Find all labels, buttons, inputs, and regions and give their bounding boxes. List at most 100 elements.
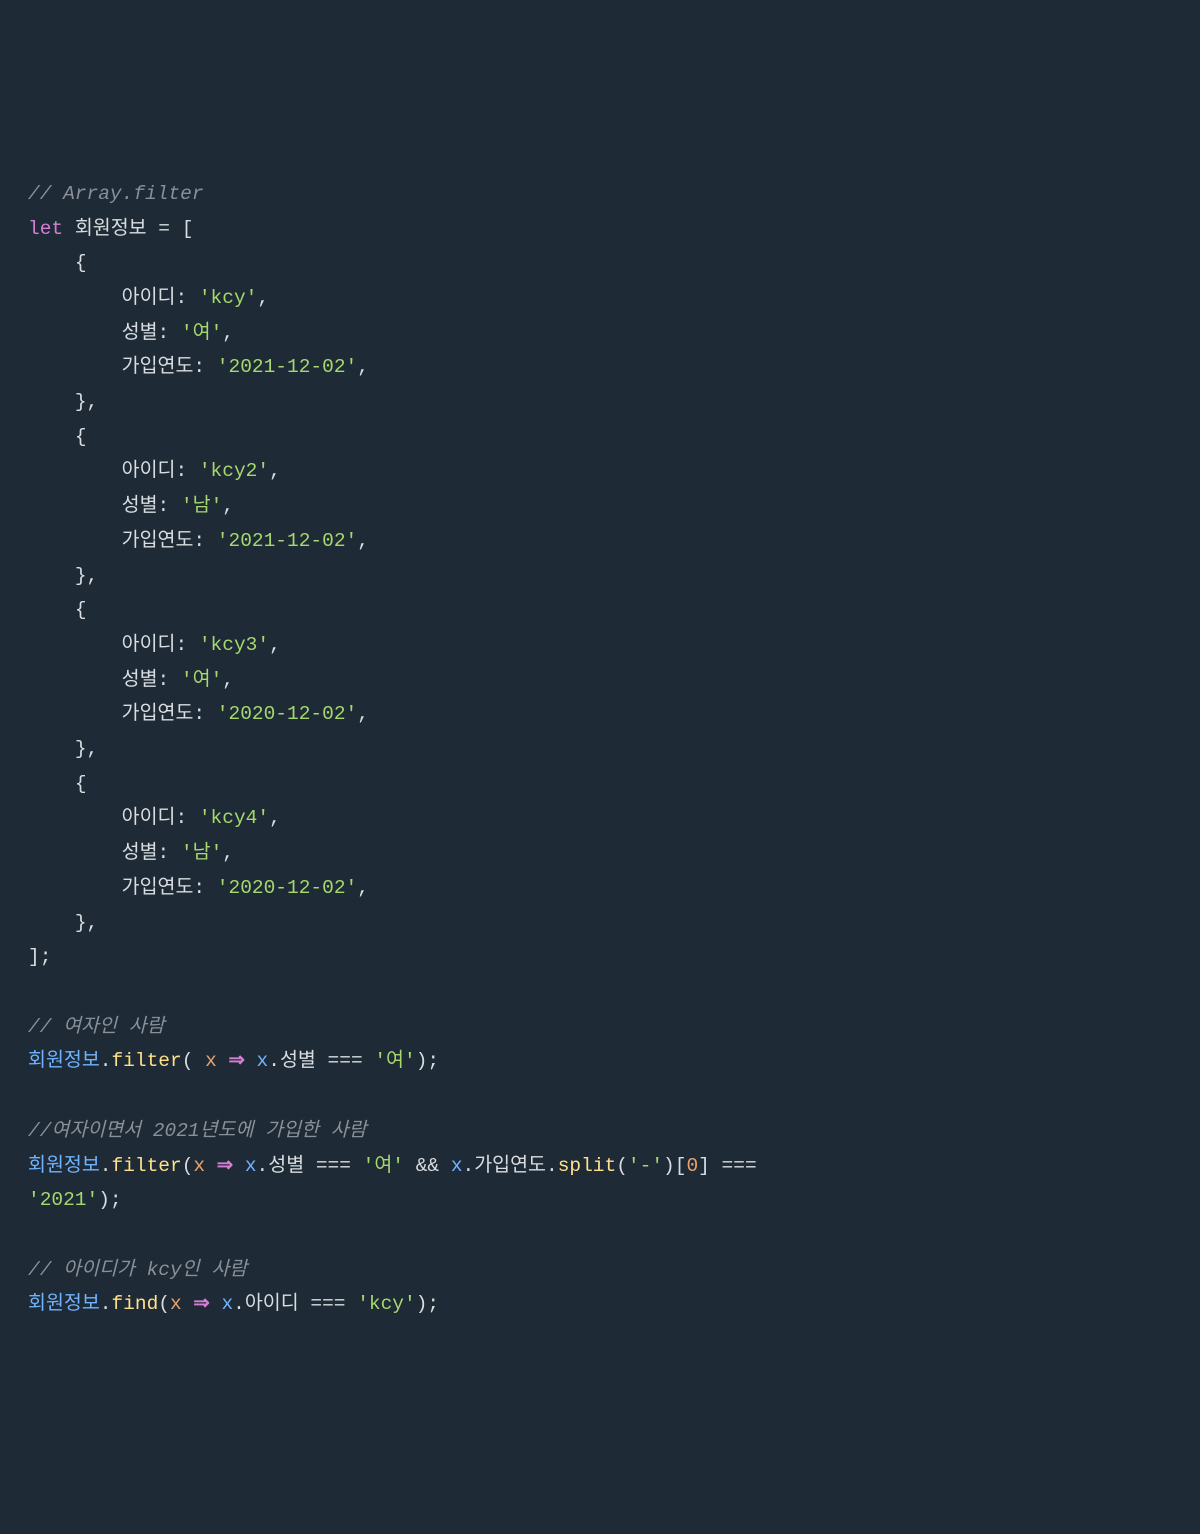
string-gender: '여' — [181, 322, 222, 344]
string-year: '2020-12-02' — [217, 877, 357, 899]
paren-open: ( — [182, 1155, 194, 1177]
bracket-open: [ — [182, 218, 194, 240]
prop-year: 가입연도 — [122, 703, 194, 725]
ref-id: 아이디 — [245, 1293, 299, 1315]
keyword-let: let — [28, 218, 63, 240]
colon: : — [175, 634, 187, 656]
prop-id: 아이디 — [122, 807, 176, 829]
comment: // Array.filter — [28, 183, 204, 205]
variable-members: 회원정보 — [75, 218, 147, 240]
comma: , — [269, 807, 281, 829]
brace-open: { — [75, 773, 87, 795]
param-x: x — [170, 1293, 182, 1315]
comma: , — [357, 877, 369, 899]
colon: : — [158, 322, 170, 344]
param-x: x — [205, 1050, 217, 1072]
ref-year: 가입연도 — [474, 1155, 546, 1177]
prop-year: 가입연도 — [122, 530, 194, 552]
dot: . — [100, 1293, 112, 1315]
ref-gender: 성별 — [268, 1155, 304, 1177]
comma: , — [222, 495, 234, 517]
string-2021: '2021' — [28, 1189, 98, 1211]
op-eqeqeq: === — [328, 1050, 363, 1072]
colon: : — [193, 530, 205, 552]
bracket-open: [ — [675, 1155, 687, 1177]
colon: : — [175, 287, 187, 309]
paren-close: ) — [416, 1293, 428, 1315]
comma: , — [269, 634, 281, 656]
dot: . — [100, 1050, 112, 1072]
brace-open: { — [75, 252, 87, 274]
op-and: && — [416, 1155, 439, 1177]
string-gender: '남' — [181, 495, 222, 517]
string-dash: '-' — [628, 1155, 663, 1177]
arrow: ⇒ — [193, 1293, 209, 1315]
string-id: 'kcy2' — [199, 460, 269, 482]
colon: : — [175, 460, 187, 482]
comment: // 아이디가 kcy인 사람 — [28, 1259, 247, 1281]
prop-gender: 성별 — [122, 495, 158, 517]
bracket-close: ] — [698, 1155, 710, 1177]
brace-close: }, — [75, 391, 98, 413]
comma: , — [222, 842, 234, 864]
comma: , — [222, 322, 234, 344]
paren-open: ( — [182, 1050, 194, 1072]
colon: : — [175, 807, 187, 829]
dot: . — [546, 1155, 558, 1177]
colon: : — [158, 842, 170, 864]
string-female: '여' — [374, 1050, 415, 1072]
semicolon: ; — [427, 1050, 439, 1072]
prop-id: 아이디 — [122, 287, 176, 309]
code-block: // Array.filter let 회원정보 = [ { 아이디: 'kcy… — [28, 177, 1172, 1322]
colon: : — [158, 669, 170, 691]
prop-gender: 성별 — [122, 322, 158, 344]
comma: , — [357, 530, 369, 552]
prop-gender: 성별 — [122, 669, 158, 691]
comment: //여자이면서 2021년도에 가입한 사람 — [28, 1120, 367, 1142]
string-year: '2020-12-02' — [217, 703, 357, 725]
method-split: split — [558, 1155, 617, 1177]
bracket-close: ]; — [28, 946, 51, 968]
method-filter: filter — [111, 1050, 181, 1072]
operator-eq: = — [158, 218, 170, 240]
dot: . — [257, 1155, 269, 1177]
prop-id: 아이디 — [122, 634, 176, 656]
paren-close: ) — [663, 1155, 675, 1177]
string-female: '여' — [363, 1155, 404, 1177]
comma: , — [357, 703, 369, 725]
op-eqeqeq: === — [722, 1155, 757, 1177]
paren-close: ) — [416, 1050, 428, 1072]
arrow: ⇒ — [229, 1050, 245, 1072]
string-gender: '여' — [181, 669, 222, 691]
brace-open: { — [75, 426, 87, 448]
ref-x: x — [245, 1155, 257, 1177]
method-filter: filter — [111, 1155, 181, 1177]
string-year: '2021-12-02' — [217, 356, 357, 378]
ref-x: x — [257, 1050, 269, 1072]
paren-open: ( — [616, 1155, 628, 1177]
semicolon: ; — [110, 1189, 122, 1211]
string-id: 'kcy' — [199, 287, 258, 309]
string-gender: '남' — [181, 842, 222, 864]
prop-year: 가입연도 — [122, 877, 194, 899]
dot: . — [233, 1293, 245, 1315]
op-eqeqeq: === — [310, 1293, 345, 1315]
string-kcy: 'kcy' — [357, 1293, 416, 1315]
comment: // 여자인 사람 — [28, 1016, 165, 1038]
comma: , — [269, 460, 281, 482]
string-id: 'kcy3' — [199, 634, 269, 656]
identifier-members: 회원정보 — [28, 1293, 100, 1315]
prop-year: 가입연도 — [122, 356, 194, 378]
brace-open: { — [75, 599, 87, 621]
number-zero: 0 — [686, 1155, 698, 1177]
prop-gender: 성별 — [122, 842, 158, 864]
prop-id: 아이디 — [122, 460, 176, 482]
string-year: '2021-12-02' — [217, 530, 357, 552]
brace-close: }, — [75, 912, 98, 934]
brace-close: }, — [75, 565, 98, 587]
paren-close: ) — [98, 1189, 110, 1211]
param-x: x — [193, 1155, 205, 1177]
colon: : — [193, 877, 205, 899]
colon: : — [158, 495, 170, 517]
ref-x: x — [221, 1293, 233, 1315]
